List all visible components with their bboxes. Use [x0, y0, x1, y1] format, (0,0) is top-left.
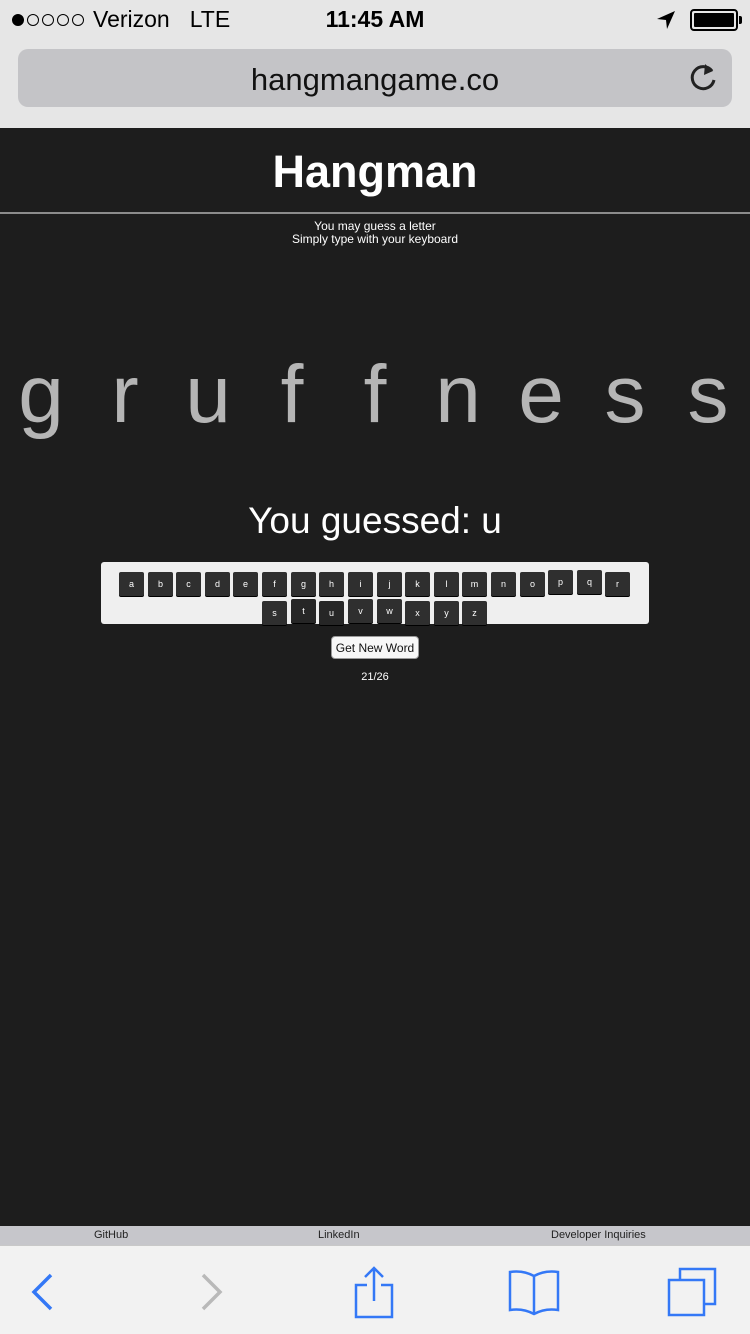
key-b[interactable]: b: [148, 572, 173, 596]
key-g[interactable]: g: [291, 572, 316, 596]
key-k[interactable]: k: [405, 572, 430, 596]
key-t[interactable]: t: [291, 599, 316, 623]
key-p[interactable]: p: [548, 570, 573, 594]
word-letter: n: [435, 349, 481, 440]
page-title: Hangman: [272, 146, 478, 197]
key-c[interactable]: c: [176, 572, 201, 596]
back-button[interactable]: [15, 1264, 71, 1320]
status-bar: Verizon LTE 11:45 AM: [0, 0, 750, 40]
key-i[interactable]: i: [348, 572, 373, 596]
url-text[interactable]: hangmangame.co: [18, 62, 732, 98]
reload-icon[interactable]: [688, 62, 718, 94]
get-new-word-button[interactable]: Get New Word: [331, 636, 419, 659]
bookmarks-button[interactable]: [506, 1264, 562, 1320]
key-o[interactable]: o: [520, 572, 545, 596]
word-letter: e: [518, 349, 564, 440]
key-j[interactable]: j: [377, 572, 402, 596]
forward-icon: [201, 1273, 223, 1311]
word-letter: s: [604, 349, 646, 440]
browser-address-area: hangmangame.co: [0, 40, 750, 128]
key-w[interactable]: w: [377, 599, 402, 623]
back-icon: [31, 1273, 53, 1311]
key-v[interactable]: v: [348, 599, 373, 623]
key-n[interactable]: n: [491, 572, 516, 596]
instruction-line-2: Simply type with your keyboard: [291, 232, 459, 246]
key-z[interactable]: z: [462, 601, 487, 625]
key-r[interactable]: r: [605, 572, 630, 596]
word-letter: u: [185, 349, 231, 440]
key-e[interactable]: e: [233, 572, 258, 596]
status-right: [656, 9, 742, 31]
battery-icon: [690, 9, 742, 31]
word-display: g r u f f n e s s: [0, 350, 750, 440]
linkedin-link[interactable]: LinkedIn: [318, 1229, 360, 1241]
browser-toolbar: [0, 1245, 750, 1334]
key-u[interactable]: u: [319, 601, 344, 625]
key-d[interactable]: d: [205, 572, 230, 596]
share-icon: [354, 1266, 394, 1319]
battery-fill: [694, 13, 734, 27]
word-letter: r: [111, 349, 139, 440]
key-a[interactable]: a: [119, 572, 144, 596]
key-s[interactable]: s: [262, 601, 287, 625]
progress-counter: 21/26: [361, 671, 389, 683]
tabs-icon: [667, 1267, 717, 1317]
developer-inquiries-link[interactable]: Developer Inquiries: [551, 1229, 646, 1241]
word-letter: f: [280, 349, 304, 440]
key-y[interactable]: y: [434, 601, 459, 625]
forward-button[interactable]: [183, 1264, 239, 1320]
key-q[interactable]: q: [577, 570, 602, 594]
hangman-page: Hangman You may guess a letter Simply ty…: [0, 128, 750, 1226]
key-f[interactable]: f: [262, 572, 287, 596]
footer-links: GitHub LinkedIn Developer Inquiries: [0, 1226, 750, 1245]
letter-keyboard: a b c d e f g h i j k l m n o p q r s t …: [101, 562, 649, 625]
instructions: You may guess a letter Simply type with …: [0, 220, 750, 246]
key-x[interactable]: x: [405, 601, 430, 625]
share-button[interactable]: [346, 1264, 402, 1320]
word-letter: f: [363, 349, 387, 440]
bookmarks-icon: [508, 1270, 560, 1316]
key-h[interactable]: h: [319, 572, 344, 596]
key-l[interactable]: l: [434, 572, 459, 596]
title-divider: [0, 212, 750, 214]
address-bar[interactable]: hangmangame.co: [18, 49, 732, 107]
tabs-button[interactable]: [664, 1264, 720, 1320]
location-arrow-icon: [657, 11, 675, 29]
key-m[interactable]: m: [462, 572, 487, 596]
word-letter: g: [18, 349, 64, 440]
word-letter: s: [687, 349, 729, 440]
github-link[interactable]: GitHub: [94, 1229, 128, 1241]
status-time: 11:45 AM: [325, 6, 425, 32]
guessed-status: You guessed: u: [248, 500, 502, 541]
